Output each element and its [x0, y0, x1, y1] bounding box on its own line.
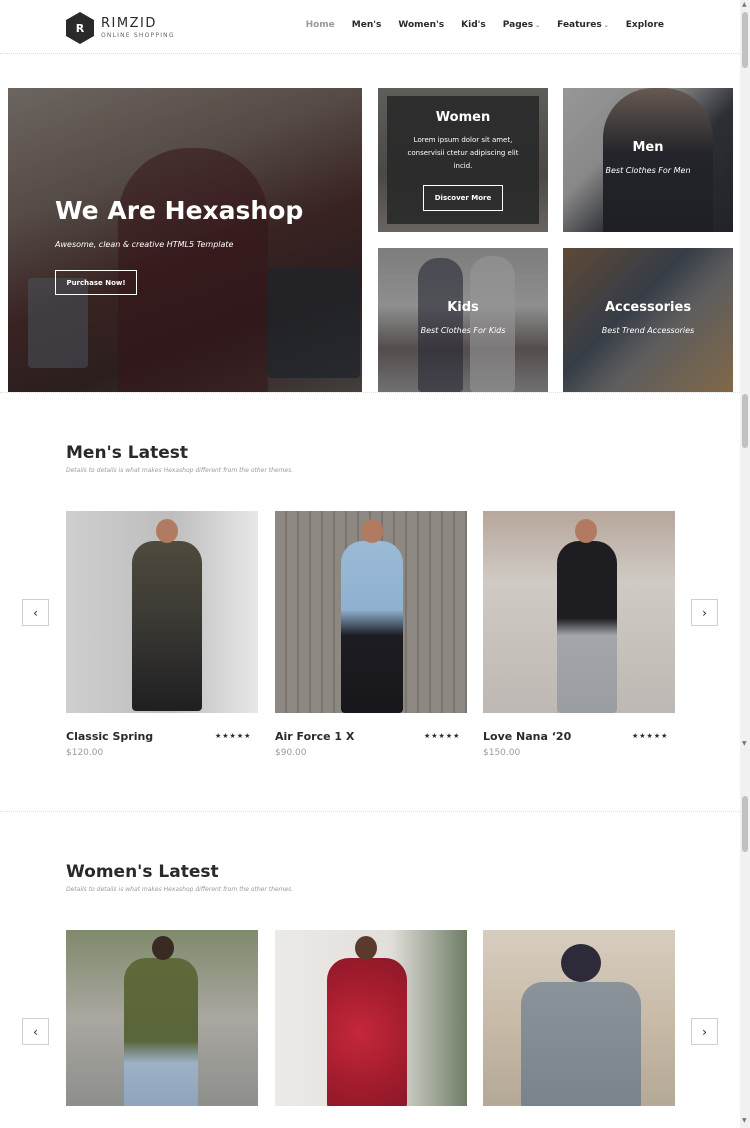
purchase-now-button[interactable]: Purchase Now!: [55, 270, 137, 295]
model-head: [355, 936, 377, 960]
brand-name: RIMZID: [101, 16, 157, 31]
star-rating-icon: ★★★★★: [632, 732, 669, 740]
mens-next-button[interactable]: ›: [691, 599, 718, 626]
category-men-title: Men: [632, 140, 664, 155]
nav-home[interactable]: Home: [306, 20, 335, 30]
model-figure: [557, 541, 617, 713]
chevron-right-icon: ›: [702, 605, 707, 620]
scrollbar-thumb[interactable]: [742, 394, 748, 448]
nav-pages[interactable]: Pages ⌄: [503, 20, 540, 30]
product-image[interactable]: [483, 511, 675, 713]
nav-features-label: Features: [557, 20, 602, 30]
page-scrollbar[interactable]: ▲ ▼ ▼: [740, 0, 750, 1128]
product-image[interactable]: [66, 930, 258, 1106]
product-name[interactable]: Air Force 1 X: [275, 730, 354, 743]
nav-kids[interactable]: Kid's: [461, 20, 486, 30]
womens-next-button[interactable]: ›: [691, 1018, 718, 1045]
model-figure: [341, 541, 403, 713]
category-men-card[interactable]: Men Best Clothes For Men: [563, 88, 733, 232]
category-kids-subtitle: Best Clothes For Kids: [420, 326, 506, 335]
product-image[interactable]: [275, 511, 467, 713]
site-header: R RIMZID ONLINE SHOPPING Home Men's Wome…: [0, 0, 740, 54]
category-accessories-subtitle: Best Trend Accessories: [601, 326, 695, 335]
womens-latest-subtitle: Details to details is what makes Hexasho…: [66, 886, 294, 893]
category-kids-card[interactable]: Kids Best Clothes For Kids: [378, 248, 548, 392]
mens-latest-subtitle: Details to details is what makes Hexasho…: [66, 467, 294, 474]
section-divider: [0, 392, 740, 393]
mens-latest-title: Men's Latest: [66, 443, 188, 463]
model-figure: [327, 958, 407, 1106]
brand-tagline: ONLINE SHOPPING: [101, 32, 175, 39]
product-price: $90.00: [275, 748, 307, 758]
category-women-title: Women: [435, 110, 491, 125]
product-price: $120.00: [66, 748, 104, 758]
section-divider: [0, 811, 740, 812]
product-name[interactable]: Classic Spring: [66, 730, 153, 743]
category-overlay: [563, 88, 733, 232]
model-hat: [561, 944, 601, 982]
nav-features[interactable]: Features ⌄: [557, 20, 609, 30]
category-overlay: [563, 248, 733, 392]
model-head: [156, 519, 178, 543]
scroll-up-icon[interactable]: ▲: [742, 2, 747, 8]
hero-title: We Are Hexashop: [55, 196, 304, 225]
chevron-down-icon: ⌄: [603, 22, 609, 29]
category-overlay: [378, 248, 548, 392]
chevron-down-icon: ⌄: [535, 22, 541, 29]
women-info-box: Women Lorem ipsum dolor sit amet, conser…: [387, 96, 539, 224]
nav-explore[interactable]: Explore: [626, 20, 664, 30]
product-image[interactable]: [66, 511, 258, 713]
product-image[interactable]: [275, 930, 467, 1106]
star-rating-icon: ★★★★★: [215, 732, 252, 740]
nav-mens[interactable]: Men's: [352, 20, 382, 30]
model-figure: [124, 958, 198, 1106]
scroll-down-icon[interactable]: ▼: [742, 1118, 747, 1124]
scrollbar-thumb[interactable]: [742, 12, 748, 68]
product-price: $150.00: [483, 748, 521, 758]
scroll-down-icon[interactable]: ▼: [742, 741, 747, 747]
hero-banner: We Are Hexashop Awesome, clean & creativ…: [8, 88, 362, 392]
category-kids-title: Kids: [447, 300, 479, 315]
discover-more-button[interactable]: Discover More: [423, 185, 503, 211]
hero-subtitle: Awesome, clean & creative HTML5 Template: [55, 240, 234, 249]
womens-latest-title: Women's Latest: [66, 862, 219, 882]
product-image[interactable]: [483, 930, 675, 1106]
main-nav: Home Men's Women's Kid's Pages ⌄ Features…: [306, 20, 664, 30]
model-head: [575, 519, 597, 543]
category-accessories-title: Accessories: [604, 300, 692, 315]
star-rating-icon: ★★★★★: [424, 732, 461, 740]
mens-prev-button[interactable]: ‹: [22, 599, 49, 626]
chevron-right-icon: ›: [702, 1024, 707, 1039]
chevron-left-icon: ‹: [33, 605, 38, 620]
model-figure: [132, 541, 202, 711]
nav-pages-label: Pages: [502, 20, 534, 30]
brand-logo[interactable]: R RIMZID ONLINE SHOPPING: [66, 11, 175, 45]
category-accessories-card[interactable]: Accessories Best Trend Accessories: [563, 248, 733, 392]
model-head: [361, 519, 383, 543]
model-head: [152, 936, 174, 960]
product-name[interactable]: Love Nana ‘20: [483, 730, 571, 743]
womens-prev-button[interactable]: ‹: [22, 1018, 49, 1045]
category-men-subtitle: Best Clothes For Men: [605, 166, 691, 175]
nav-womens[interactable]: Women's: [398, 20, 444, 30]
model-figure: [521, 982, 641, 1106]
category-women-card[interactable]: Women Lorem ipsum dolor sit amet, conser…: [378, 88, 548, 232]
hexagon-logo-icon: R: [66, 12, 94, 44]
scrollbar-thumb[interactable]: [742, 796, 748, 852]
category-women-description: Lorem ipsum dolor sit amet, conservisii …: [407, 136, 519, 170]
chevron-left-icon: ‹: [33, 1024, 38, 1039]
